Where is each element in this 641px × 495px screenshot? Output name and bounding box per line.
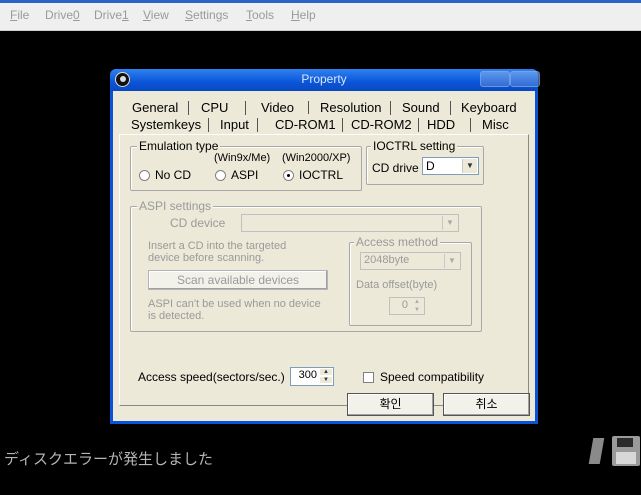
menu-accelerator: 0 — [73, 8, 80, 22]
insert-hint-line1: Insert a CD into the targeted — [148, 240, 287, 252]
tab-separator — [208, 118, 209, 132]
access-speed-label: Access speed(sectors/sec.) — [138, 370, 285, 384]
spin-down-icon[interactable]: ▼ — [411, 307, 423, 313]
chevron-down-icon[interactable]: ▼ — [444, 254, 459, 268]
cd-device-select[interactable]: ▼ — [241, 214, 459, 232]
menu-bar: File Drive0 Drive1 View Settings Tools H… — [0, 0, 641, 31]
tab-separator — [418, 118, 419, 132]
tab-separator — [390, 101, 391, 115]
access-speed-spinner[interactable]: 300 ▲ ▼ — [290, 367, 334, 386]
ioctrl-label[interactable]: IOCTRL — [299, 168, 343, 182]
speed-compatibility-label[interactable]: Speed compatibility — [380, 370, 484, 384]
floppy-label — [616, 452, 636, 464]
tab-cd-rom2[interactable]: CD-ROM2 — [351, 117, 412, 132]
scan-devices-button[interactable]: Scan available devices — [148, 270, 328, 290]
tab-cd-rom1[interactable]: CD-ROM1 — [275, 117, 336, 132]
hdd-activity-icon — [588, 438, 605, 464]
menu-drive0[interactable]: Drive0 — [45, 8, 80, 22]
aspi-settings-group: ASPI settings CD device ▼ Insert a CD in… — [130, 199, 482, 332]
menu-accelerator: H — [291, 8, 300, 22]
menu-settings[interactable]: Settings — [185, 8, 228, 22]
menu-top-accent — [0, 0, 641, 3]
menu-view[interactable]: View — [143, 8, 169, 22]
tab-separator — [188, 101, 189, 115]
emulation-type-legend: Emulation type — [137, 139, 221, 153]
tab-panel: Emulation type (Win9x/Me) (Win2000/XP) N… — [119, 134, 529, 406]
aspi-warning-line2: is detected. — [148, 310, 205, 322]
tab-general[interactable]: General — [132, 100, 178, 115]
ioctrl-setting-legend: IOCTRL setting — [371, 139, 458, 153]
ioctrl-radio[interactable] — [283, 170, 294, 181]
close-icon[interactable] — [510, 71, 540, 87]
property-dialog: Property General CPU Video Resolution So… — [110, 69, 540, 424]
win9x-hint: (Win9x/Me) — [214, 152, 271, 164]
aspi-radio[interactable] — [215, 170, 226, 181]
cancel-button[interactable]: 취소 — [443, 393, 530, 416]
floppy-shutter — [617, 438, 633, 447]
access-method-select[interactable]: 2048byte ▼ — [360, 252, 461, 270]
no-cd-label[interactable]: No CD — [155, 168, 191, 182]
speed-compatibility-checkbox[interactable] — [363, 372, 374, 383]
floppy-disk-icon[interactable] — [612, 436, 640, 466]
chevron-down-icon[interactable]: ▼ — [462, 159, 477, 173]
dialog-titlebar[interactable]: Property — [110, 69, 540, 91]
ioctrl-setting-group: IOCTRL setting CD drive D ▼ — [366, 139, 484, 185]
menu-accelerator: F — [10, 8, 18, 22]
no-cd-radio[interactable] — [139, 170, 150, 181]
menu-help[interactable]: Help — [291, 8, 316, 22]
chevron-down-icon[interactable]: ▼ — [442, 216, 457, 230]
access-method-group: Access method 2048byte ▼ Data offset(byt… — [349, 235, 472, 326]
minimize-icon[interactable] — [480, 71, 510, 87]
menu-drive1[interactable]: Drive1 — [94, 8, 129, 22]
tab-video[interactable]: Video — [261, 100, 294, 115]
tab-cpu[interactable]: CPU — [201, 100, 228, 115]
tab-systemkeys[interactable]: Systemkeys — [131, 117, 201, 132]
tab-resolution[interactable]: Resolution — [320, 100, 381, 115]
menu-accelerator: 1 — [122, 8, 129, 22]
menu-accelerator: T — [246, 8, 252, 22]
win2000-hint: (Win2000/XP) — [282, 152, 351, 164]
aspi-warning-line1: ASPI can't be used when no device — [148, 298, 321, 310]
cd-drive-select[interactable]: D ▼ — [422, 157, 479, 175]
data-offset-label: Data offset(byte) — [356, 279, 438, 291]
menu-accelerator: S — [185, 8, 194, 22]
tab-input[interactable]: Input — [220, 117, 249, 132]
menu-tools[interactable]: Tools — [246, 8, 274, 22]
access-method-legend: Access method — [354, 235, 441, 249]
tab-separator — [342, 118, 343, 132]
cd-device-label: CD device — [170, 216, 226, 230]
status-message: ディスクエラーが発生しました — [4, 451, 213, 468]
tab-separator — [308, 101, 309, 115]
cd-drive-value: D — [426, 159, 435, 173]
access-method-value: 2048byte — [364, 254, 410, 266]
emulation-type-group: Emulation type (Win9x/Me) (Win2000/XP) N… — [130, 139, 362, 191]
tab-separator — [245, 101, 246, 115]
menu-file[interactable]: File — [10, 8, 29, 22]
aspi-settings-legend: ASPI settings — [137, 199, 214, 213]
insert-hint-line2: device before scanning. — [148, 252, 265, 264]
tab-hdd[interactable]: HDD — [427, 117, 455, 132]
spin-up-icon[interactable]: ▲ — [320, 369, 332, 375]
tab-separator — [450, 101, 451, 115]
dialog-title: Property — [301, 72, 347, 86]
tab-keyboard[interactable]: Keyboard — [461, 100, 517, 115]
cd-drive-label: CD drive — [372, 161, 419, 175]
spin-up-icon[interactable]: ▲ — [411, 299, 423, 305]
dialog-client: General CPU Video Resolution Sound Keybo… — [113, 91, 535, 421]
tab-sound[interactable]: Sound — [402, 100, 440, 115]
tab-misc[interactable]: Misc — [482, 117, 509, 132]
data-offset-spinner[interactable]: 0 ▲ ▼ — [389, 297, 425, 315]
menu-accelerator: V — [143, 8, 151, 22]
spin-down-icon[interactable]: ▼ — [320, 377, 332, 383]
ok-button[interactable]: 확인 — [347, 393, 434, 416]
aspi-label[interactable]: ASPI — [231, 168, 258, 182]
data-offset-value: 0 — [401, 299, 408, 311]
access-speed-value: 300 — [298, 369, 317, 381]
tab-separator — [470, 118, 471, 132]
tab-separator — [257, 118, 258, 132]
